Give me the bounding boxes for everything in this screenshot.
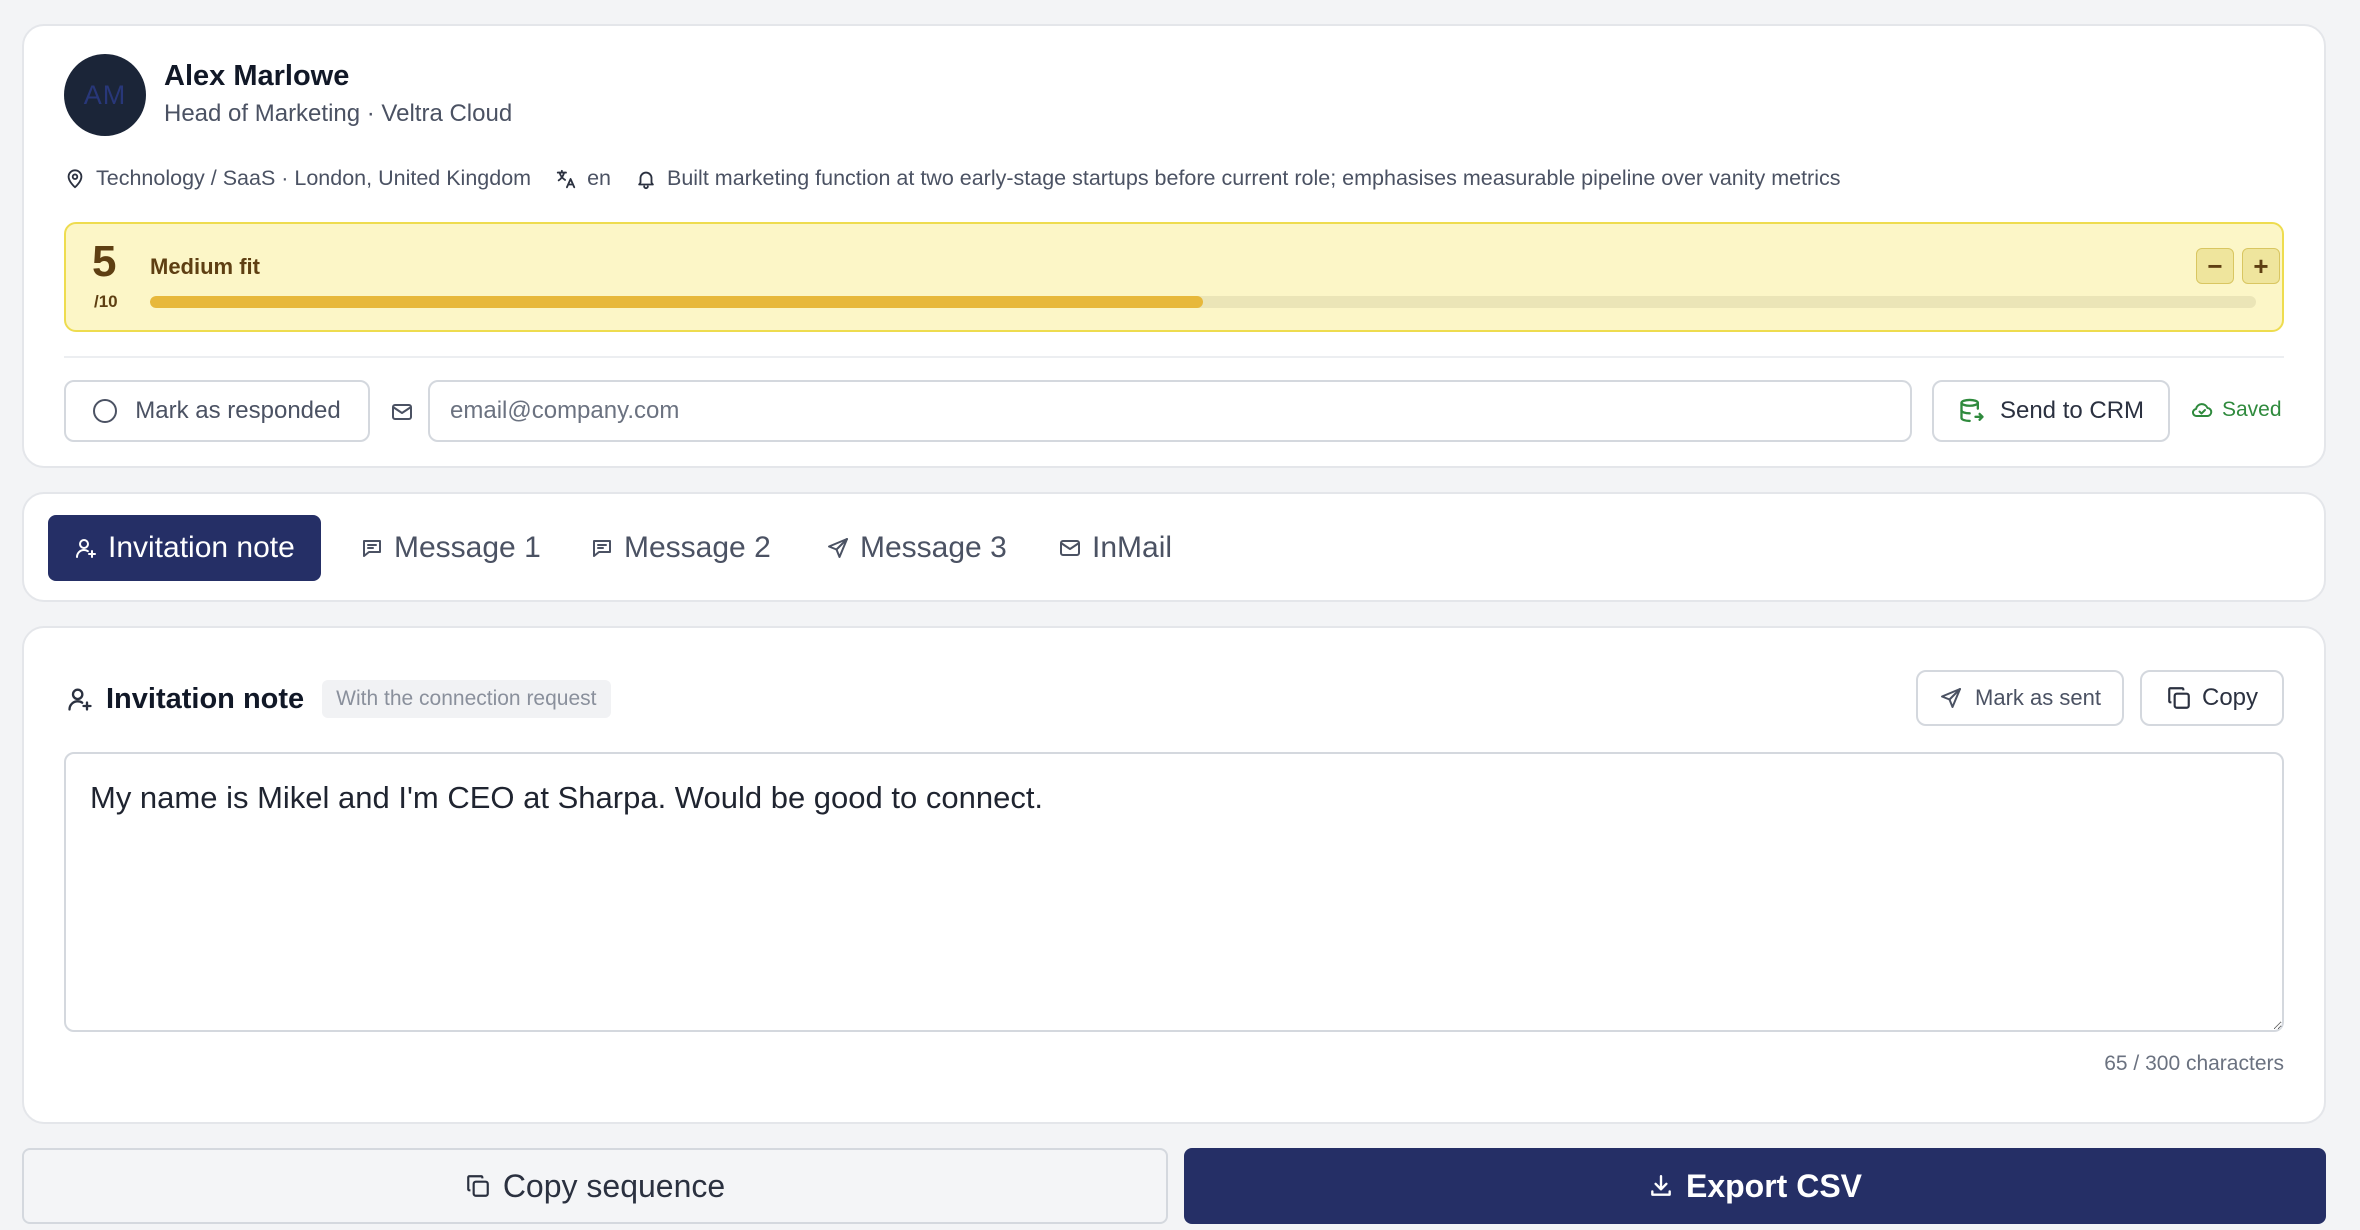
export-csv-button[interactable]: Export CSV <box>1184 1148 2326 1224</box>
insight-text: Built marketing function at two early-st… <box>666 166 1841 190</box>
tab-label: Message 2 <box>624 531 771 564</box>
circle-icon <box>93 399 118 423</box>
mark-as-sent-label: Mark as sent <box>1975 685 2101 710</box>
mark-responded-label: Mark as responded <box>135 397 341 424</box>
saved-label: Saved <box>2222 398 2282 421</box>
message-editor: Invitation note With the connection requ… <box>22 626 2326 1124</box>
divider <box>64 356 2284 358</box>
message-tabs: Invitation note Message 1 Message 2 Mess… <box>22 492 2326 602</box>
editor-title: Invitation note <box>106 682 305 715</box>
copy-label: Copy <box>2201 684 2259 711</box>
tab-message-2[interactable]: Message 2 <box>590 515 771 581</box>
download-icon <box>1651 1175 1671 1196</box>
tab-label: Invitation note <box>108 531 295 564</box>
translate-icon <box>556 169 576 188</box>
editor-context-badge: With the connection request <box>322 680 611 718</box>
send-to-crm-button[interactable]: Send to CRM <box>1932 380 2170 442</box>
send-icon <box>1941 688 1962 708</box>
prospect-title: Head of Marketing · Veltra Cloud <box>164 100 513 127</box>
tab-message-3[interactable]: Message 3 <box>826 515 1007 581</box>
tab-label: Message 3 <box>860 531 1007 564</box>
copy-icon <box>2168 687 2190 709</box>
bell-icon <box>638 171 654 189</box>
insight-meta: Built marketing function at two early-st… <box>635 166 1841 191</box>
tab-inmail[interactable]: InMail <box>1058 515 1172 581</box>
mark-responded-button[interactable]: Mark as responded <box>64 380 370 442</box>
language-text: en <box>587 166 611 190</box>
language-meta: en <box>555 166 611 191</box>
copy-sequence-button[interactable]: Copy sequence <box>22 1148 1168 1224</box>
location-meta: Technology / SaaS · London, United Kingd… <box>64 166 531 191</box>
send-to-crm-label: Send to CRM <box>1999 397 2145 424</box>
copy-icon <box>466 1175 489 1197</box>
chat-icon <box>593 540 611 557</box>
export-csv-label: Export CSV <box>1685 1167 1863 1204</box>
copy-sequence-label: Copy sequence <box>502 1167 726 1204</box>
editor-header: Invitation note With the connection requ… <box>66 680 611 718</box>
saved-status: Saved <box>2190 398 2282 422</box>
send-icon <box>828 538 848 558</box>
mail-icon <box>1060 540 1080 556</box>
email-input[interactable] <box>428 380 1912 442</box>
fit-label: Medium fit <box>150 254 260 279</box>
invitation-note-textarea[interactable]: My name is Mikel and I'm CEO at Sharpa. … <box>64 752 2284 1032</box>
cloud-check-icon <box>2192 403 2213 417</box>
fit-score: 5 <box>92 237 117 286</box>
fit-score-denominator: /10 <box>94 292 118 311</box>
fit-progress-track <box>150 296 2256 308</box>
chat-icon <box>363 540 381 557</box>
tab-invitation-note[interactable]: Invitation note <box>48 515 321 581</box>
user-plus-icon <box>68 688 92 711</box>
tab-label: InMail <box>1092 531 1173 564</box>
user-plus-icon <box>76 539 96 558</box>
character-count: 65 / 300 characters <box>2104 1052 2284 1075</box>
decrease-score-button[interactable]: − <box>2196 248 2234 284</box>
copy-button[interactable]: Copy <box>2140 670 2284 726</box>
prospect-name: Alex Marlowe <box>164 60 350 92</box>
database-export-icon <box>1960 398 1984 423</box>
tab-label: Message 1 <box>394 531 541 564</box>
fit-score-panel: 5 /10 Medium fit − + <box>64 222 2284 332</box>
tab-message-1[interactable]: Message 1 <box>360 515 541 581</box>
mark-as-sent-button[interactable]: Mark as sent <box>1916 670 2124 726</box>
mail-icon <box>392 404 412 420</box>
prospect-card: AM Alex Marlowe Head of Marketing · Velt… <box>22 24 2326 468</box>
location-text: Technology / SaaS · London, United Kingd… <box>96 166 532 190</box>
map-pin-icon <box>67 168 83 188</box>
increase-score-button[interactable]: + <box>2242 248 2280 284</box>
prospect-meta: Technology / SaaS · London, United Kingd… <box>64 166 1840 191</box>
fit-progress-fill <box>150 296 1203 308</box>
avatar: AM <box>64 54 146 136</box>
